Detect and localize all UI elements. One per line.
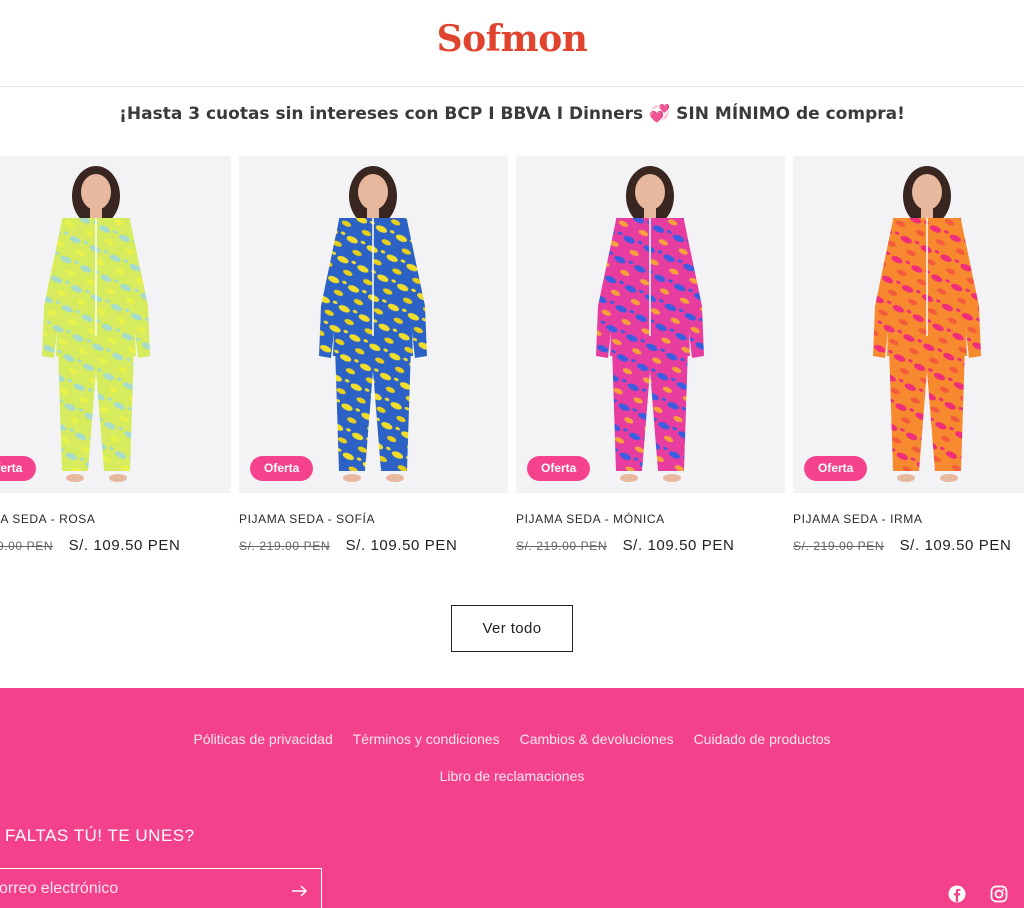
- newsletter-title: O FALTAS TÚ! TE UNES?: [0, 826, 195, 845]
- old-price: S/. 219.00 PEN: [516, 539, 608, 553]
- product-card-irma[interactable]: Oferta PIJAMA SEDA - IRMA S/. 219.00 PEN…: [793, 156, 1024, 554]
- facebook-icon[interactable]: [948, 885, 966, 903]
- sale-price: S/. 109.50 PEN: [345, 537, 458, 554]
- brand-logo[interactable]: Sofmon: [0, 18, 1024, 60]
- arrow-right-icon[interactable]: [289, 881, 309, 901]
- site-header: Sofmon: [0, 0, 1024, 87]
- product-prices: S/. 219.00 PEN S/. 109.50 PEN: [516, 537, 734, 555]
- heart-icon: 💞: [649, 104, 671, 124]
- promo-tail: SIN MÍNIMO de compra!: [670, 104, 905, 124]
- product-prices: S/. 219.00 PEN S/. 109.50 PEN: [0, 537, 180, 555]
- sale-price: S/. 109.50 PEN: [622, 537, 735, 554]
- old-price: S/. 219.00 PEN: [793, 539, 885, 553]
- product-prices: S/. 219.00 PEN S/. 109.50 PEN: [239, 537, 457, 555]
- product-prices: S/. 219.00 PEN S/. 109.50 PEN: [793, 537, 1011, 555]
- link-privacy[interactable]: Póliticas de privacidad: [193, 731, 332, 747]
- sale-badge: Oferta: [0, 456, 37, 481]
- sale-badge: Oferta: [527, 456, 591, 481]
- old-price: S/. 219.00 PEN: [239, 539, 331, 553]
- pajama-model-illustration: [516, 156, 785, 493]
- email-field[interactable]: [0, 880, 279, 898]
- pajama-model-illustration: [239, 156, 508, 493]
- view-all-button[interactable]: Ver todo: [451, 605, 573, 652]
- product-card-monica[interactable]: Oferta PIJAMA SEDA - MÓNICA S/. 219.00 P…: [516, 156, 785, 554]
- sale-badge: Oferta: [804, 456, 868, 481]
- link-care[interactable]: Cuidado de productos: [694, 731, 831, 747]
- product-image[interactable]: Oferta: [0, 156, 231, 493]
- promo-banner: ¡Hasta 3 cuotas sin intereses con BCP I …: [0, 104, 1024, 124]
- sale-badge: Oferta: [250, 456, 314, 481]
- product-title[interactable]: PIJAMA SEDA - IRMA: [793, 512, 923, 526]
- link-returns[interactable]: Cambios & devoluciones: [520, 731, 674, 747]
- product-image[interactable]: Oferta: [516, 156, 785, 493]
- instagram-icon[interactable]: [990, 885, 1008, 903]
- pajama-model-illustration: [0, 156, 231, 493]
- link-terms[interactable]: Términos y condiciones: [353, 731, 500, 747]
- old-price: S/. 219.00 PEN: [0, 539, 54, 553]
- newsletter-form: [0, 868, 322, 908]
- product-title[interactable]: PIJAMA SEDA - MÓNICA: [516, 512, 665, 526]
- product-title[interactable]: PIJAMA SEDA - ROSA: [0, 512, 96, 526]
- sale-price: S/. 109.50 PEN: [68, 537, 181, 554]
- product-title[interactable]: PIJAMA SEDA - SOFÍA: [239, 512, 375, 526]
- link-complaints[interactable]: Libro de reclamaciones: [0, 768, 1024, 784]
- site-footer: Póliticas de privacidad Términos y condi…: [0, 688, 1024, 908]
- product-image[interactable]: Oferta: [239, 156, 508, 493]
- sale-price: S/. 109.50 PEN: [899, 537, 1012, 554]
- promo-text: ¡Hasta 3 cuotas sin intereses con BCP I …: [119, 104, 650, 124]
- product-card-rosa[interactable]: Oferta PIJAMA SEDA - ROSA S/. 219.00 PEN…: [0, 156, 231, 554]
- product-card-sofia[interactable]: Oferta PIJAMA SEDA - SOFÍA S/. 219.00 PE…: [239, 156, 508, 554]
- pajama-model-illustration: [793, 156, 1024, 493]
- product-image[interactable]: Oferta: [793, 156, 1024, 493]
- footer-links: Póliticas de privacidad Términos y condi…: [0, 731, 1024, 747]
